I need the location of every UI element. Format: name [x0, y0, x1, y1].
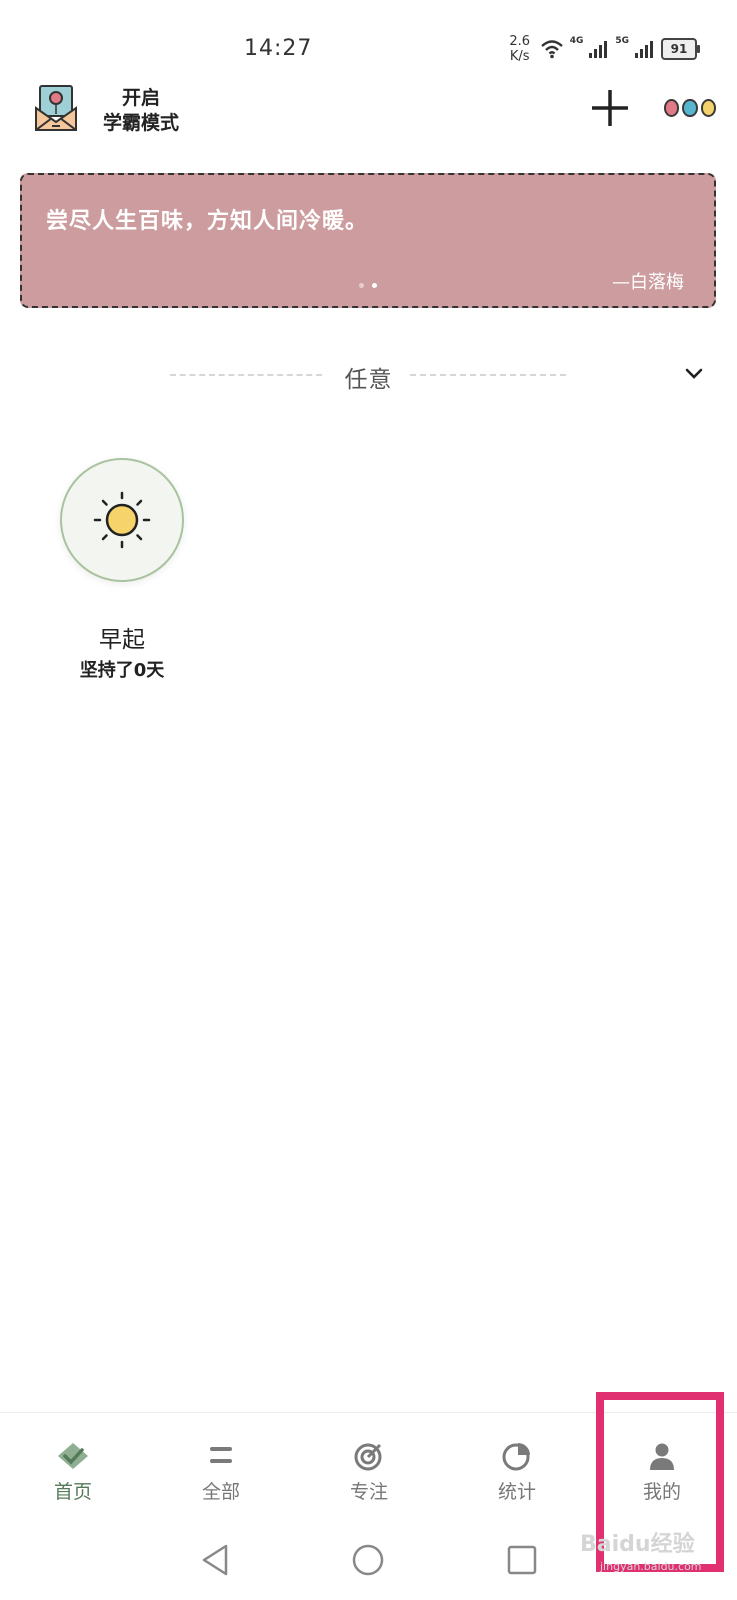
tab-all[interactable]: 全部 — [166, 1441, 276, 1504]
tab-stats[interactable]: 统计 — [462, 1441, 572, 1504]
habit-streak: 坚持了0天 — [79, 660, 165, 681]
quote-author: —白落梅 — [612, 272, 684, 293]
home-circle-icon[interactable] — [350, 1542, 386, 1578]
watermark: Baidu经验 — [580, 1532, 695, 1557]
envelope-balloon-icon[interactable] — [34, 84, 78, 132]
home-check-icon — [58, 1443, 88, 1469]
net-speed-unit: K/s — [509, 49, 530, 64]
tab-label: 统计 — [497, 1481, 536, 1503]
pie-chart-icon — [502, 1443, 530, 1471]
banner-pager — [359, 283, 377, 288]
tab-label: 专注 — [349, 1481, 388, 1503]
habit-button[interactable] — [60, 458, 184, 582]
target-icon — [354, 1443, 382, 1471]
tab-label: 首页 — [53, 1481, 92, 1503]
list-icon — [210, 1447, 232, 1463]
three-dots-icon[interactable] — [664, 98, 716, 118]
signal-icon-2 — [635, 41, 653, 58]
plus-icon[interactable] — [590, 88, 630, 128]
battery-level: 91 — [670, 42, 688, 56]
watermark-url: jingyan.baidu.com — [600, 1560, 702, 1573]
pager-dot-1 — [359, 283, 364, 288]
quote-text: 尝尽人生百味，方知人间冷暖。 — [46, 209, 369, 234]
battery-icon: 91 — [661, 38, 700, 60]
mode-line2: 学霸模式 — [102, 112, 179, 134]
net-speed-value: 2.6 — [509, 34, 531, 49]
chevron-down-icon[interactable] — [683, 362, 705, 384]
category-filter-label[interactable]: 任意 — [0, 360, 737, 394]
habit-name: 早起 — [99, 627, 145, 653]
net-speed: 2.6 K/s — [506, 34, 534, 64]
dot-yellow — [700, 99, 716, 117]
status-time: 14:27 — [244, 36, 313, 61]
tab-focus[interactable]: 专注 — [314, 1441, 424, 1504]
wifi-icon — [540, 40, 563, 59]
mode-line1: 开启 — [121, 87, 160, 109]
sun-icon — [93, 491, 151, 549]
pager-dot-2 — [372, 283, 377, 288]
sim1-label: 4G — [569, 36, 584, 46]
tab-home[interactable]: 首页 — [18, 1441, 128, 1504]
dot-blue — [682, 99, 698, 117]
tab-label: 全部 — [201, 1481, 240, 1503]
sim2-label: 5G — [615, 36, 629, 46]
quote-banner[interactable]: 尝尽人生百味，方知人间冷暖。 —白落梅 — [20, 173, 716, 308]
recents-square-icon[interactable] — [506, 1542, 538, 1578]
signal-icon — [589, 41, 608, 58]
back-icon[interactable] — [198, 1542, 232, 1578]
status-icons: 2.6 K/s 4G 5G 91 — [506, 34, 700, 64]
study-mode-toggle[interactable]: 开启 学霸模式 — [100, 86, 182, 136]
dot-red — [664, 99, 680, 117]
